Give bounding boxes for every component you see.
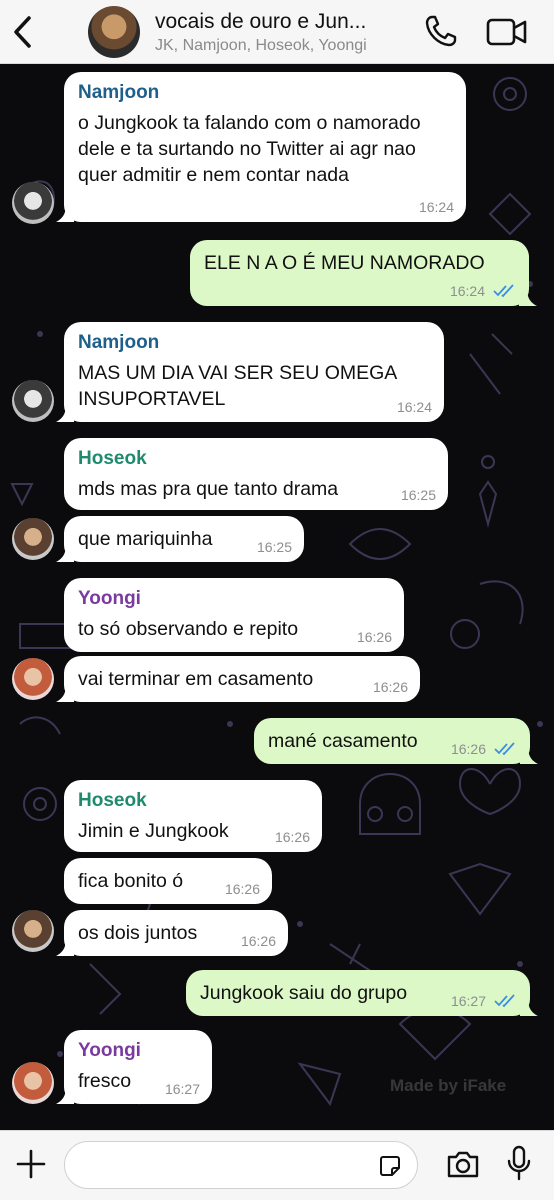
chevron-left-icon[interactable] [8,12,38,52]
message-bubble[interactable]: que mariquinha 16:25 [56,516,304,562]
message-bubble[interactable]: ELE N A O É MEU NAMORADO 16:24 [190,240,537,306]
message-time: 16:26 [240,933,276,949]
avatar-hoseok[interactable] [12,518,54,560]
message-text: o Jungkook ta falando com o namorado del… [78,112,421,186]
message-bubble[interactable]: Jungkook saiu do grupo 16:27 [186,970,538,1016]
sender-name: Namjoon [78,82,160,103]
message-text: MAS UM DIA VAI SER SEU OMEGA INSUPORTAVE… [78,362,397,410]
read-ticks-icon [494,742,515,756]
message-text: Jimin e Jungkook [78,820,229,842]
camera-icon[interactable] [446,1149,480,1179]
message-time: 16:24 [449,283,485,299]
sender-name: Yoongi [78,1040,141,1061]
message-text: to só observando e repito [78,618,299,640]
message-bubble[interactable]: Hoseok Jimin e Jungkook 16:26 [64,780,322,852]
watermark: Made by iFake [390,1076,507,1095]
message-time: 16:26 [356,629,392,645]
sender-name: Yoongi [78,588,141,609]
message-time: 16:27 [164,1081,200,1097]
message-bubble[interactable]: Yoongi to só observando e repito 16:26 [64,578,404,652]
message-time: 16:25 [256,539,292,555]
microphone-icon[interactable] [506,1145,532,1181]
read-ticks-icon [494,994,515,1008]
phone-icon[interactable] [424,14,458,48]
avatar-yoongi[interactable] [12,1062,54,1104]
chat-members[interactable]: JK, Namjoon, Hoseok, Yoongi [155,37,415,55]
message-bubble[interactable]: os dois juntos 16:26 [56,910,288,956]
message-time: 16:24 [396,399,432,415]
message-bubble[interactable]: fica bonito ó 16:26 [64,858,272,904]
sender-name: Hoseok [78,448,147,469]
message-bubble[interactable]: Namjoon MAS UM DIA VAI SER SEU OMEGA INS… [56,322,444,422]
sticker-icon[interactable] [377,1153,403,1179]
group-avatar[interactable] [88,6,140,58]
plus-icon[interactable] [14,1147,48,1181]
composer-bar [0,1130,554,1200]
sender-name: Namjoon [78,332,160,353]
message-input[interactable] [64,1141,418,1189]
message-list[interactable]: Namjoon o Jungkook ta falando com o namo… [0,64,554,1130]
message-time: 16:26 [274,829,310,845]
avatar-hoseok[interactable] [12,910,54,952]
message-bubble[interactable]: vai terminar em casamento 16:26 [56,656,420,702]
sender-name: Hoseok [78,790,147,811]
message-time: 16:25 [400,487,436,503]
avatar-yoongi[interactable] [12,658,54,700]
message-time: 16:26 [372,679,408,695]
message-time: 16:26 [224,881,260,897]
message-time: 16:24 [418,199,454,215]
message-bubble[interactable]: mané casamento 16:26 [254,718,538,764]
video-camera-icon[interactable] [486,16,528,48]
avatar-namjoon[interactable] [12,182,54,224]
message-text: ELE N A O É MEU NAMORADO [204,252,485,274]
message-text: vai terminar em casamento [78,668,314,690]
read-ticks-icon [493,284,514,298]
chat-title[interactable]: vocais de ouro e Jun... [155,10,410,34]
message-bubble[interactable]: Hoseok mds mas pra que tanto drama 16:25 [64,438,448,510]
avatar-namjoon[interactable] [12,380,54,422]
message-text: mds mas pra que tanto drama [78,478,339,500]
chat-header: vocais de ouro e Jun... JK, Namjoon, Hos… [0,0,554,64]
message-time: 16:27 [450,993,486,1009]
message-bubble[interactable]: Yoongi fresco 16:27 [56,1030,212,1104]
message-time: 16:26 [450,741,486,757]
message-bubble[interactable]: Namjoon o Jungkook ta falando com o namo… [56,72,466,222]
